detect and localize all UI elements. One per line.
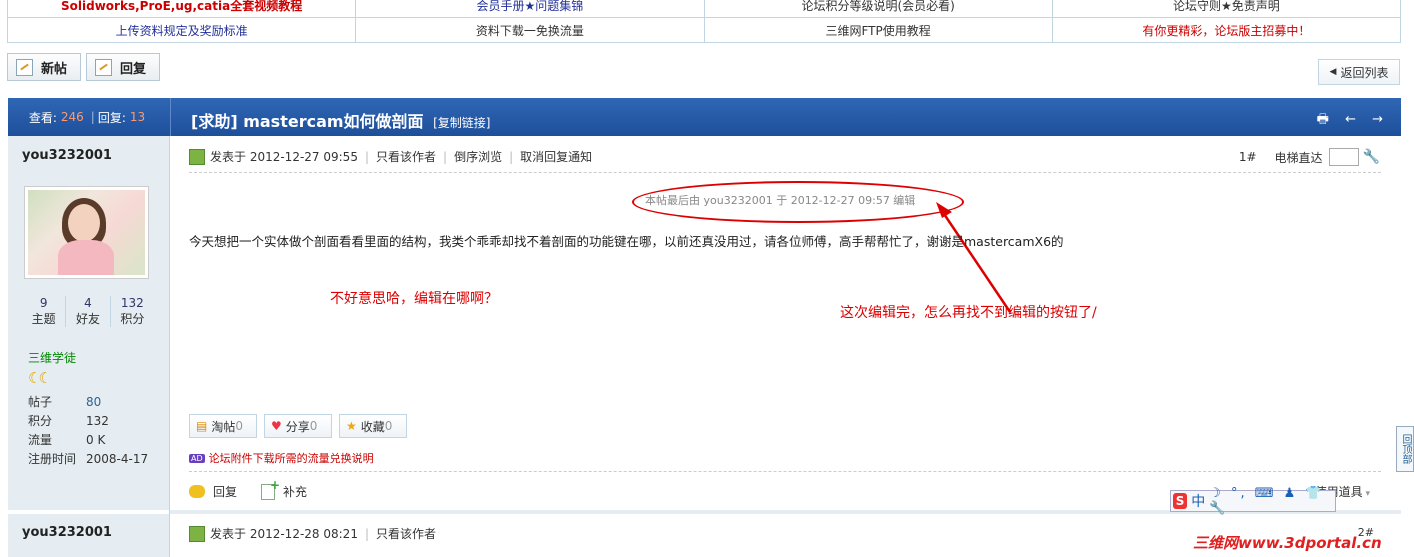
quick-link[interactable]: 论坛积分等级说明(会员必看) <box>801 0 954 13</box>
elevator-label: 电梯直达 <box>1274 150 1323 165</box>
divider <box>189 471 1381 472</box>
thread-header: 查看: 246 | 回复: 13 [求助] mastercam如何做剖面 [复制… <box>8 98 1401 136</box>
quick-link[interactable]: 上传资料规定及奖励标准 <box>116 24 248 38</box>
reply-icon <box>95 58 112 76</box>
annotation-ellipse <box>632 181 964 223</box>
quick-link[interactable]: 有你更精彩，论坛版主招募中！ <box>1142 24 1310 38</box>
author-name[interactable]: you3232001 <box>22 148 112 163</box>
reply-button[interactable]: 回复 <box>86 53 160 81</box>
author-sidebar: you3232001 9 主题 4 好友 132 积分 三维学徒 ☾☾ 帖子 80 积分… <box>8 136 170 557</box>
wrench-icon[interactable]: 🔧 <box>1363 149 1380 165</box>
floor-nav: 1# 电梯直达 🔧 <box>1239 148 1380 166</box>
stat-topics[interactable]: 9 主题 <box>22 296 65 327</box>
divider <box>189 172 1381 173</box>
only-author-link[interactable]: 只看该作者 <box>376 148 436 165</box>
site-watermark: 三维网www.3dportal.cn <box>1193 534 1382 552</box>
back-to-list-button[interactable]: ◀ 返回列表 <box>1318 59 1400 85</box>
floor-number: 1# <box>1238 150 1257 164</box>
reply-link[interactable]: 回复 <box>213 483 237 500</box>
favorite-button[interactable]: ★ 收藏 0 <box>339 414 407 438</box>
ime-mode[interactable]: 中 <box>1191 491 1205 511</box>
ad-text: 论坛附件下载所需的流量兑换说明 <box>208 452 374 465</box>
avatar-image <box>28 190 145 275</box>
copy-link[interactable]: [复制链接] <box>433 116 490 130</box>
quick-link[interactable]: Solidworks,ProE,ug,catia全套视频教程 <box>61 0 302 13</box>
avatar[interactable] <box>24 186 149 279</box>
star-icon: ★ <box>346 419 357 433</box>
info-register-date: 注册时间 2008-4-17 <box>28 452 149 466</box>
replies-count: 13 <box>129 110 146 124</box>
quick-link[interactable]: 资料下载一免换流量 <box>476 24 584 38</box>
ad-link[interactable]: AD 论坛附件下载所需的流量兑换说明 <box>189 450 374 466</box>
elevator-input[interactable] <box>1328 148 1359 166</box>
ad-tag: AD <box>189 453 205 463</box>
post-content: 今天想把一个实体做个剖面看看里面的结构，我类个乖乖却找不着剖面的功能键在哪，以前… <box>189 234 1064 249</box>
post-date: 发表于 2012-12-27 09:55 <box>210 150 358 164</box>
post-divider <box>8 510 169 514</box>
reply-label: 回复 <box>120 61 147 77</box>
views-label: 查看: <box>28 110 57 125</box>
thread-stats: 查看: 246 | 回复: 13 <box>8 98 171 136</box>
thread-title: [求助] mastercam如何做剖面 [复制链接] <box>191 108 491 132</box>
stat-friends[interactable]: 4 好友 <box>65 296 109 327</box>
stat-points[interactable]: 132 积分 <box>109 296 154 327</box>
thread-tools[interactable]: 🖶 ← → <box>1317 110 1389 132</box>
rank-moon-icon: ☾☾ <box>28 369 52 387</box>
supplement-link[interactable]: 补充 <box>283 483 307 500</box>
quick-link[interactable]: 会员手册★问题集锦 <box>476 0 583 13</box>
heart-icon: ♥ <box>271 419 282 433</box>
online-status-icon <box>189 525 205 542</box>
post-actions: 回复 补充 <box>189 478 307 500</box>
annotation-text-left: 不好意思哈，编辑在哪啊？ <box>330 291 498 307</box>
author-rank[interactable]: 三维学徒 <box>28 349 76 366</box>
new-post-icon <box>16 58 33 76</box>
quick-link[interactable]: 论坛守则★免责声明 <box>1173 0 1280 13</box>
reverse-order-link[interactable]: 倒序浏览 <box>454 148 502 165</box>
only-author-link-2[interactable]: 只看该作者 <box>376 525 436 542</box>
author-stats: 9 主题 4 好友 132 积分 <box>22 296 154 327</box>
new-post-label: 新帖 <box>41 61 68 77</box>
supplement-icon <box>261 478 280 500</box>
back-to-list-label: 返回列表 <box>1340 65 1389 80</box>
info-traffic: 流量 0 K <box>28 433 106 447</box>
share-button[interactable]: ♥ 分享 0 <box>264 414 332 438</box>
cancel-notify-link[interactable]: 取消回复通知 <box>520 148 592 165</box>
quick-link[interactable]: 三维网FTP使用教程 <box>825 24 930 38</box>
replies-label: 回复: <box>97 110 126 125</box>
tao-tie-button[interactable]: ▤ 淘帖 0 <box>189 414 257 438</box>
annotation-text-right: 这次编辑完，怎么再找不到编辑的按钮了/ <box>840 305 1097 321</box>
online-status-icon <box>189 148 205 165</box>
post-meta-2: 发表于 2012-12-28 08:21 | 只看该作者 <box>189 525 436 542</box>
back-to-top-button[interactable]: 回顶部 <box>1396 426 1414 472</box>
views-count: 246 <box>60 110 84 124</box>
thread-title-text: [求助] mastercam如何做剖面 <box>191 112 424 131</box>
ime-toolbar[interactable]: S 中 ☽ °, ⌨ ♟ 👕 🔧 <box>1170 486 1336 516</box>
quick-links-table: Solidworks,ProE,ug,catia全套视频教程 会员手册★问题集锦… <box>6 0 1402 43</box>
ime-tool-icons[interactable]: ☽ °, ⌨ ♟ 👕 🔧 <box>1209 486 1335 516</box>
chevron-left-icon: ◀ <box>1329 67 1337 77</box>
post-date-2: 发表于 2012-12-28 08:21 <box>210 527 358 541</box>
info-points: 积分 132 <box>28 414 109 428</box>
inbox-icon: ▤ <box>196 419 208 433</box>
reply-bubble-icon <box>189 485 205 498</box>
new-post-button[interactable]: 新帖 <box>7 53 81 81</box>
author-name-2[interactable]: you3232001 <box>22 525 112 540</box>
post-meta: 发表于 2012-12-27 09:55 | 只看该作者 | 倒序浏览 | 取消… <box>189 148 592 165</box>
info-posts: 帖子 80 <box>28 395 102 409</box>
sogou-logo-icon: S <box>1173 493 1188 509</box>
